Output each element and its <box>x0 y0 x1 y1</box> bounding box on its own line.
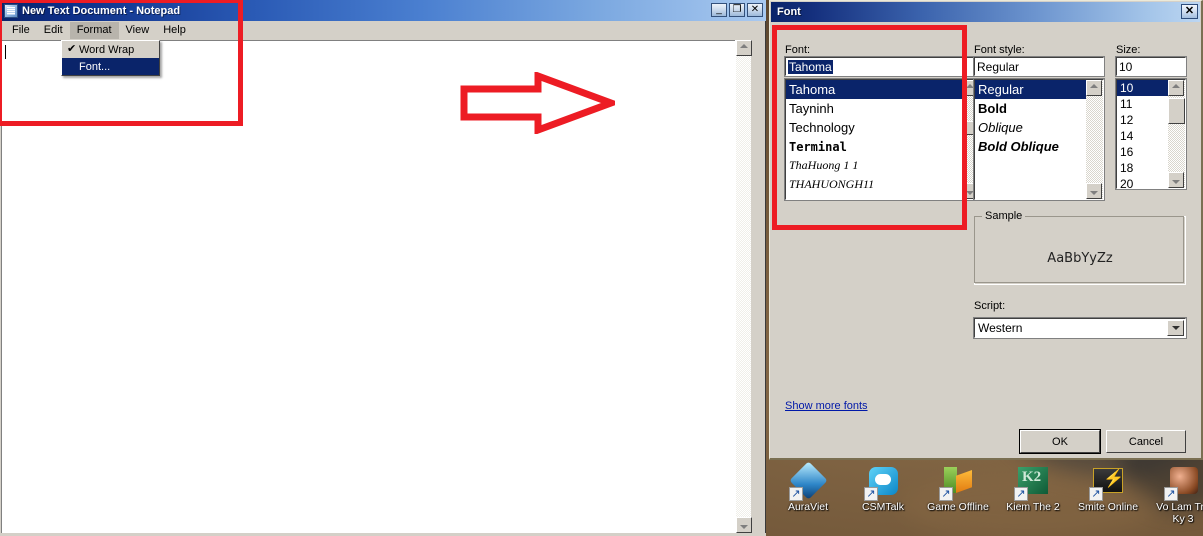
desktop-icon-auraviet[interactable]: ↗ AuraViet <box>771 461 845 513</box>
close-button[interactable]: ✕ <box>747 3 763 17</box>
minimize-button[interactable]: _ <box>711 3 727 17</box>
menu-edit[interactable]: Edit <box>37 22 70 39</box>
script-select-value: Western <box>978 321 1023 335</box>
format-dropdown-menu: ✔ Word Wrap Font... <box>61 40 160 76</box>
desktop-icon-label: Smite Online <box>1077 501 1139 513</box>
font-dialog-title: Font <box>777 6 801 18</box>
font-list-item[interactable]: Technology <box>786 118 979 137</box>
desktop-icon-label: Vo Lam Tru Ky 3 <box>1156 501 1203 525</box>
notepad-right-filler <box>751 40 765 536</box>
maximize-button[interactable]: ❐ <box>729 3 745 17</box>
ok-button[interactable]: OK <box>1019 429 1101 454</box>
checkmark-icon: ✔ <box>67 43 77 55</box>
size-input[interactable]: 10 <box>1115 56 1187 77</box>
vo-lam-truyen-ky-3-icon: ↗ <box>1164 465 1200 501</box>
csmtalk-icon: ↗ <box>864 465 900 501</box>
scroll-down-icon[interactable] <box>1168 172 1184 188</box>
sample-label: Sample <box>982 210 1026 222</box>
font-list[interactable]: Tahoma Tayninh Technology Terminal ThaHu… <box>784 78 981 201</box>
notepad-menubar: File Edit Format View Help <box>1 21 765 40</box>
cancel-button[interactable]: Cancel <box>1106 430 1186 453</box>
script-select[interactable]: Western <box>973 317 1187 339</box>
size-list-scrollbar[interactable] <box>1168 80 1185 188</box>
menu-item-label: Font... <box>79 60 111 73</box>
font-style-list-item[interactable]: Oblique <box>975 118 1103 137</box>
font-dialog-titlebar[interactable]: Font ✕ <box>771 2 1200 22</box>
notepad-document-icon <box>4 3 18 18</box>
notepad-window-controls: _ ❐ ✕ <box>711 3 763 17</box>
size-label: Size: <box>1116 44 1141 56</box>
size-list-scroll-thumb[interactable] <box>1168 98 1185 124</box>
size-list-item[interactable]: 10 <box>1117 80 1169 96</box>
notepad-window: New Text Document - Notepad _ ❐ ✕ File E… <box>0 0 766 536</box>
menu-help[interactable]: Help <box>156 22 193 39</box>
font-style-list-item[interactable]: Bold Oblique <box>975 137 1103 156</box>
menu-item-label: Word Wrap <box>79 43 135 56</box>
size-list[interactable]: 10 11 12 14 16 18 20 <box>1115 78 1187 190</box>
notepad-titlebar[interactable]: New Text Document - Notepad _ ❐ ✕ <box>0 0 766 21</box>
shortcut-arrow-icon: ↗ <box>789 487 803 501</box>
scroll-up-icon[interactable] <box>736 40 752 56</box>
screen: ↗ AuraViet ↗ CSMTalk ↗ Game Offline K2 ↗… <box>0 0 1203 536</box>
show-more-fonts-link[interactable]: Show more fonts <box>785 400 868 412</box>
menu-item-word-wrap[interactable]: ✔ Word Wrap <box>62 41 159 58</box>
font-name-input-value: Tahoma <box>788 59 833 74</box>
font-label: Font: <box>785 44 811 56</box>
font-style-list-item[interactable]: Regular <box>975 80 1087 99</box>
font-list-item[interactable]: THAHUONGH11 <box>786 175 979 194</box>
desktop-icon-csmtalk[interactable]: ↗ CSMTalk <box>846 465 920 513</box>
font-list-item[interactable]: ThaHuong 1 1 <box>786 156 979 175</box>
pointing-right-arrow <box>460 72 615 134</box>
font-name-input[interactable]: Tahoma <box>784 56 981 77</box>
font-style-list-item[interactable]: Bold <box>975 99 1103 118</box>
scroll-up-icon[interactable] <box>1168 80 1184 96</box>
shortcut-arrow-icon: ↗ <box>1164 487 1178 501</box>
font-style-input[interactable]: Regular <box>973 56 1105 77</box>
shortcut-arrow-icon: ↗ <box>939 487 953 501</box>
menu-view[interactable]: View <box>119 22 157 39</box>
desktop-icon-smite-online[interactable]: ⚡ ↗ Smite Online <box>1071 465 1145 513</box>
desktop-icon-label: Kiem The 2 <box>1006 501 1060 513</box>
font-style-list-scrollbar[interactable] <box>1086 80 1103 199</box>
notepad-text-area[interactable] <box>1 40 749 533</box>
kiem-the-2-icon: K2 ↗ <box>1014 465 1050 501</box>
desktop-icon-label: Game Offline <box>927 501 989 513</box>
desktop-icon-label: AuraViet <box>787 501 829 513</box>
menu-format[interactable]: Format <box>69 22 119 39</box>
desktop-icon-game-offline[interactable]: ↗ Game Offline <box>921 465 995 513</box>
shortcut-arrow-icon: ↗ <box>864 487 878 501</box>
game-offline-icon: ↗ <box>939 465 975 501</box>
script-label: Script: <box>974 300 1006 312</box>
desktop-icon-kiem-the-2[interactable]: K2 ↗ Kiem The 2 <box>996 465 1070 513</box>
chevron-down-icon[interactable] <box>1167 320 1184 336</box>
scroll-up-icon[interactable] <box>1086 80 1102 96</box>
notepad-vertical-scrollbar[interactable] <box>735 40 752 533</box>
desktop-icon-vo-lam-truyen-ky-3[interactable]: ↗ Vo Lam Tru Ky 3 <box>1146 465 1203 525</box>
shortcut-arrow-icon: ↗ <box>1089 487 1103 501</box>
scroll-down-icon[interactable] <box>1086 183 1102 199</box>
font-style-list[interactable]: Regular Bold Oblique Bold Oblique <box>973 78 1105 201</box>
font-style-input-value: Regular <box>977 59 1020 74</box>
size-input-value: 10 <box>1119 59 1133 74</box>
scroll-down-icon[interactable] <box>736 517 752 533</box>
auraviet-icon: ↗ <box>789 461 828 501</box>
menu-item-font[interactable]: Font... <box>62 58 159 75</box>
font-dialog: Font ✕ Font: Tahoma Tahoma Tayninh Techn… <box>769 0 1203 460</box>
sample-group: Sample AaBbYyZz <box>974 210 1186 285</box>
font-style-label: Font style: <box>974 44 1025 56</box>
close-icon[interactable]: ✕ <box>1181 4 1198 19</box>
sample-text: AaBbYyZz <box>1047 251 1113 266</box>
font-list-item[interactable]: Tahoma <box>786 80 963 99</box>
font-list-item[interactable]: Tayninh <box>786 99 979 118</box>
smite-online-icon: ⚡ ↗ <box>1089 465 1125 501</box>
shortcut-arrow-icon: ↗ <box>1014 487 1028 501</box>
desktop-icon-label: CSMTalk <box>861 501 904 513</box>
notepad-title: New Text Document - Notepad <box>22 4 181 17</box>
menu-file[interactable]: File <box>5 22 37 39</box>
font-list-item[interactable]: Terminal <box>786 137 979 156</box>
text-caret <box>5 45 6 59</box>
